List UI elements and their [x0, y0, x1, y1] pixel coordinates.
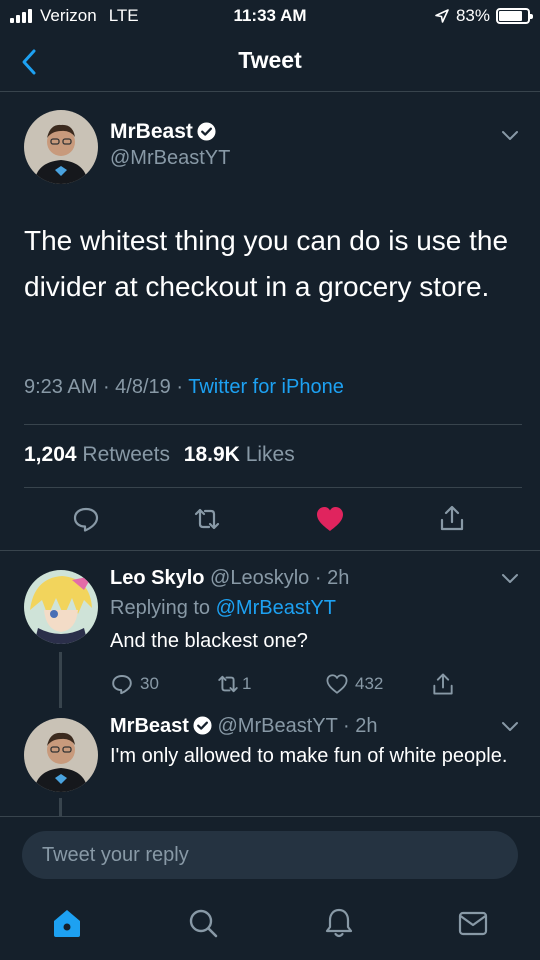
retweet-count: 1	[242, 674, 252, 693]
reply-like-button[interactable]: 432	[325, 672, 383, 696]
status-bar: Verizon LTE 11:33 AM 83%	[0, 0, 540, 34]
retweet-icon	[218, 675, 238, 693]
avatar-mrbeast[interactable]	[24, 110, 98, 184]
heart-outline-icon	[326, 674, 348, 694]
replying-to-label: Replying to	[110, 597, 211, 619]
reply-author-handle[interactable]: @Leoskylo	[210, 567, 309, 589]
search-icon[interactable]	[186, 906, 220, 940]
reply-composer-bar: Tweet your reply	[0, 816, 540, 890]
likes-count: 18.9K	[183, 443, 240, 466]
messages-envelope-icon[interactable]	[456, 906, 490, 940]
verified-badge-icon	[197, 122, 216, 141]
share-icon[interactable]	[437, 503, 467, 533]
avatar-mrbeast[interactable]	[24, 718, 98, 792]
reply-text: And the blackest one?	[110, 630, 308, 652]
retweet-icon[interactable]	[192, 504, 222, 534]
tweet-text: The whitest thing you can do is use the …	[24, 225, 509, 302]
reply-count: 30	[140, 674, 159, 693]
retweets-count: 1,204	[24, 443, 77, 466]
thread-connector	[59, 652, 62, 708]
battery-level	[499, 11, 523, 21]
avatar-leoskylo[interactable]	[24, 570, 98, 644]
reply-age: 2h	[355, 715, 378, 737]
tweet-date: 4/8/19	[115, 376, 171, 398]
tweet-stats: 1,204 Retweets 18.9K Likes	[24, 443, 295, 467]
reply-input[interactable]: Tweet your reply	[22, 831, 518, 879]
tweet-time: 9:23 AM	[24, 376, 98, 398]
verified-badge-icon	[193, 716, 212, 735]
divider	[24, 424, 522, 425]
divider	[0, 550, 540, 551]
location-arrow-icon	[435, 9, 449, 23]
reply-retweet-button[interactable]: 1	[216, 672, 251, 696]
meta-dot: ·	[97, 376, 116, 398]
like-count: 432	[355, 674, 384, 693]
reply-header: MrBeast @MrBeastYT · 2h	[110, 715, 378, 737]
chevron-down-icon[interactable]	[500, 571, 520, 585]
meta-dot: ·	[170, 376, 189, 398]
avatar-image	[24, 570, 98, 644]
author-name-text: MrBeast	[110, 120, 193, 143]
likes-stat[interactable]: 18.9K Likes	[184, 443, 295, 466]
reply-author-name[interactable]: MrBeast	[110, 715, 189, 737]
bottom-tab-bar	[0, 890, 540, 960]
reply-author-name[interactable]: Leo Skylo	[110, 567, 204, 589]
like-heart-icon[interactable]	[315, 504, 345, 534]
chevron-down-icon[interactable]	[500, 719, 520, 733]
reply-icon	[112, 675, 132, 695]
retweets-label: Retweets	[82, 443, 170, 466]
reply-age: 2h	[327, 567, 350, 589]
reply-author-handle[interactable]: @MrBeastYT	[217, 715, 337, 737]
replying-to-handle[interactable]: @MrBeastYT	[216, 597, 336, 619]
battery-percent: 83%	[455, 6, 490, 25]
thread-connector	[59, 798, 62, 816]
avatar-image	[24, 718, 98, 792]
reply-header: Leo Skylo @Leoskylo · 2h	[110, 567, 350, 589]
notifications-bell-icon[interactable]	[322, 906, 356, 940]
status-right: 83%	[434, 6, 533, 26]
retweets-stat[interactable]: 1,204 Retweets	[24, 443, 170, 466]
reply-text: I'm only allowed to make fun of white pe…	[110, 745, 508, 767]
reply-reply-button[interactable]: 30	[110, 672, 159, 696]
tweet-meta: 9:23 AM · 4/8/19 · Twitter for iPhone	[24, 376, 344, 399]
top-bar: Tweet	[0, 34, 540, 92]
page-title: Tweet	[238, 47, 302, 73]
home-icon[interactable]	[50, 906, 84, 940]
reply-icon[interactable]	[71, 504, 101, 534]
tweet-source[interactable]: Twitter for iPhone	[188, 376, 344, 398]
reply-share-button[interactable]	[430, 671, 456, 697]
likes-label: Likes	[245, 443, 295, 466]
avatar-image	[24, 110, 98, 184]
divider	[24, 487, 522, 488]
battery-icon	[496, 8, 533, 24]
share-icon	[433, 673, 453, 695]
chevron-down-icon[interactable]	[500, 128, 520, 142]
author-handle[interactable]: @MrBeastYT	[110, 147, 230, 170]
author-name[interactable]: MrBeast	[110, 120, 216, 144]
replying-to: Replying to @MrBeastYT	[110, 597, 336, 620]
